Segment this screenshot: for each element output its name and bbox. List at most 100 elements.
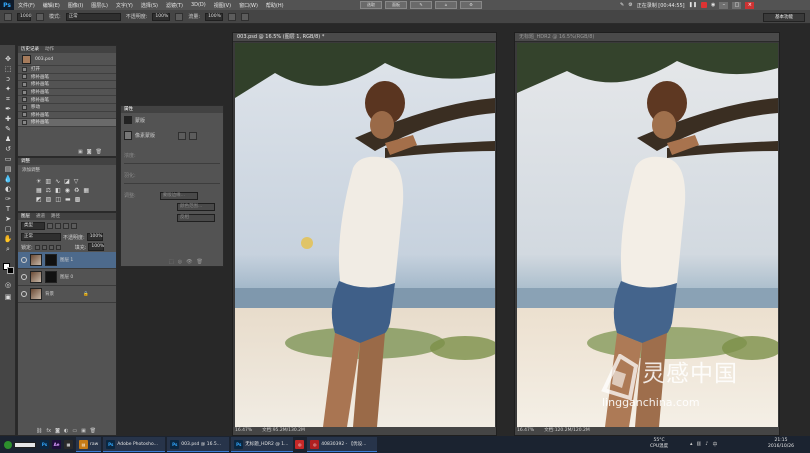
marquee-tool-icon[interactable]: ⬚ [3, 65, 13, 73]
tab-properties[interactable]: 属性 [124, 106, 133, 113]
visibility-eye-icon[interactable] [21, 257, 27, 263]
filter-pixel-icon[interactable] [47, 223, 53, 229]
brightness-contrast-icon[interactable]: ☀ [36, 178, 41, 185]
history-state-current[interactable]: 修补画笔 [18, 119, 116, 127]
channel-mixer-icon[interactable]: ♻ [74, 187, 79, 194]
apply-mask-icon[interactable]: ◎ [178, 259, 182, 265]
layer-name[interactable]: 图层 1 [60, 257, 73, 263]
menu-view[interactable]: 视图(V) [210, 2, 235, 9]
task-raw[interactable]: ▤ raw [76, 437, 102, 452]
layer-name[interactable]: 图层 0 [60, 274, 73, 280]
move-tool-icon[interactable]: ✥ [3, 55, 13, 63]
layer-row[interactable]: 图层 0 [18, 269, 116, 286]
healing-brush-tool-icon[interactable]: ✚ [3, 115, 13, 123]
minimize-icon[interactable]: – [719, 1, 729, 9]
zoom-level-2[interactable]: 16.47% [517, 427, 534, 435]
add-vector-mask-icon[interactable] [189, 131, 198, 140]
close-icon[interactable]: × [745, 1, 755, 9]
recorder-home-button[interactable]: ⌂ [435, 1, 457, 9]
selective-color-icon[interactable]: ▩ [75, 196, 81, 203]
photo-canvas-1[interactable] [235, 43, 495, 427]
layer-name[interactable]: 背景 [45, 291, 54, 297]
start-icon[interactable] [4, 440, 12, 449]
menu-window[interactable]: 窗口(W) [235, 2, 262, 9]
photo-filter-icon[interactable]: ◉ [65, 187, 70, 194]
workspace-switcher[interactable]: 基本功能 [763, 13, 805, 22]
color-range-button[interactable]: 颜色范围... [177, 203, 215, 211]
recorder-pen-icon[interactable]: ✎ [620, 2, 624, 8]
pinned-aftereffects-icon[interactable]: Ae [52, 440, 61, 449]
invert-icon[interactable]: ◩ [36, 196, 42, 203]
crop-tool-icon[interactable]: ⌗ [3, 95, 13, 103]
maximize-icon[interactable]: □ [732, 1, 742, 9]
clone-stamp-tool-icon[interactable]: ♟ [3, 135, 13, 143]
tray-ime-icon[interactable]: 中 [712, 441, 717, 448]
background-color-swatch[interactable] [7, 267, 14, 274]
recorder-settings-button[interactable]: ⚙ [460, 1, 482, 9]
tray-volume-icon[interactable]: ♪ [705, 441, 708, 448]
tray-arrow-icon[interactable]: ▴ [690, 441, 693, 448]
pressure-size-icon[interactable] [241, 12, 250, 21]
layer-mask-thumbnail[interactable] [45, 254, 57, 266]
levels-icon[interactable]: ▥ [45, 178, 51, 185]
lasso-tool-icon[interactable]: ↄ [3, 75, 13, 83]
threshold-icon[interactable]: ◫ [55, 196, 61, 203]
recorder-pen-button[interactable]: ✎ [410, 1, 432, 9]
zoom-tool-icon[interactable]: ⌕ [3, 245, 13, 253]
photoshop-logo[interactable]: Ps [0, 0, 14, 10]
layer-row[interactable]: 图层 1 [18, 252, 116, 269]
screen-mode-icon[interactable]: ▣ [3, 293, 13, 301]
layer-opacity-field[interactable]: 100% [86, 233, 103, 241]
new-adjustment-icon[interactable]: ◐ [64, 428, 68, 434]
pinned-photoshop-icon[interactable]: Ps [40, 440, 49, 449]
tab-actions[interactable]: 动作 [45, 46, 54, 53]
menu-filter[interactable]: 滤镜(T) [162, 2, 187, 9]
layer-row[interactable]: 背景 🔒 [18, 286, 116, 303]
pinned-browser-icon[interactable]: ◎ [295, 440, 305, 449]
posterize-icon[interactable]: ▨ [46, 196, 52, 203]
cpu-temp-widget[interactable]: 55°C CPU温度 [650, 438, 668, 450]
toggle-mask-icon[interactable]: 👁 [186, 259, 192, 265]
layer-style-icon[interactable]: fx [46, 428, 51, 434]
type-tool-icon[interactable]: T [3, 205, 13, 213]
menu-3d[interactable]: 3D(D) [187, 2, 210, 8]
brush-tool-preset-icon[interactable] [4, 12, 12, 21]
airbrush-icon[interactable] [228, 12, 237, 21]
menu-help[interactable]: 帮助(H) [262, 2, 288, 9]
gradient-tool-icon[interactable]: ▤ [3, 165, 13, 173]
invert-button[interactable]: 反相 [177, 214, 215, 222]
document-tab-2[interactable]: 无标题_HDR2 @ 16.5%(RGB/8) [515, 33, 779, 42]
fill-field[interactable]: 100% [88, 243, 105, 251]
recorder-panel-button[interactable]: 面板 [385, 1, 407, 9]
tab-adjustments[interactable]: 调整 [21, 158, 30, 165]
pixel-mask-icon[interactable] [124, 131, 132, 140]
tab-paths[interactable]: 路径 [51, 213, 60, 220]
load-selection-icon[interactable]: ⬚ [169, 259, 174, 265]
opacity-field[interactable]: 100% [152, 12, 171, 21]
filter-shape-icon[interactable] [71, 223, 77, 229]
task-doc2[interactable]: Ps 无标题_HDR2 @ 1... [231, 437, 294, 452]
brush-tool-icon[interactable]: ✎ [3, 125, 13, 133]
gradient-map-icon[interactable]: ▬ [65, 196, 71, 203]
new-group-icon[interactable]: ▭ [72, 428, 77, 434]
document-tab-1[interactable]: 003.psd @ 16.5% (图层 1, RGB/8) * [233, 33, 496, 42]
tab-layers[interactable]: 图层 [21, 213, 30, 220]
exposure-icon[interactable]: ◪ [64, 178, 70, 185]
hue-saturation-icon[interactable]: ▦ [36, 187, 42, 194]
lock-position-icon[interactable] [48, 244, 54, 250]
taskbar-search[interactable] [14, 441, 36, 448]
task-photoshop[interactable]: Ps Adobe Photosho... [103, 437, 166, 452]
recorder-select-button[interactable]: 选取 [360, 1, 382, 9]
menu-layer[interactable]: 图层(L) [87, 2, 112, 9]
delete-mask-icon[interactable]: 🗑 [196, 259, 202, 265]
recorder-pause-icon[interactable]: ❚❚ [689, 2, 697, 8]
history-brush-tool-icon[interactable]: ↺ [3, 145, 13, 153]
path-selection-tool-icon[interactable]: ➤ [3, 215, 13, 223]
recorder-gear-icon[interactable]: ⚙ [628, 2, 632, 8]
eraser-tool-icon[interactable]: ▭ [3, 155, 13, 163]
eyedropper-tool-icon[interactable]: ✒ [3, 105, 13, 113]
history-state[interactable]: 修补画笔 [18, 81, 116, 89]
brush-size-field[interactable]: 1000 [17, 12, 31, 21]
color-lookup-icon[interactable]: ▦ [83, 187, 89, 194]
layer-kind-select[interactable]: 类型 [21, 222, 45, 230]
